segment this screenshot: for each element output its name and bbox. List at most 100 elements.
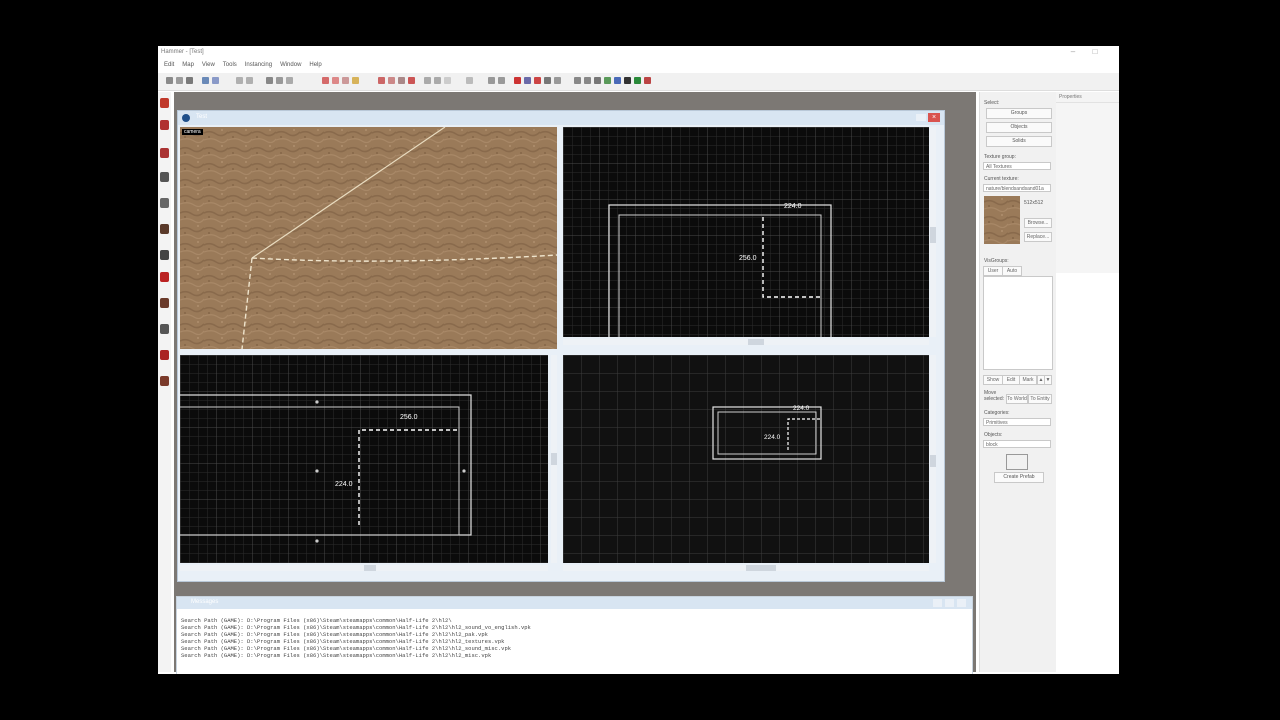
visgroup-tab-user[interactable]: User [983, 266, 1003, 276]
new-icon[interactable] [166, 77, 173, 84]
block-tool-icon[interactable] [160, 198, 169, 208]
texture-group-select[interactable]: All Textures [983, 162, 1051, 170]
camera-view-label[interactable]: camera [182, 129, 203, 135]
ungroup-icon[interactable] [352, 77, 359, 84]
message-line: Search Path (GAME): D:\Program Files (x8… [181, 624, 531, 631]
toggle-select-icon[interactable] [466, 77, 473, 84]
cordon-icon[interactable] [554, 77, 561, 84]
menu-instancing[interactable]: Instancing [245, 62, 272, 68]
front-view-vscroll[interactable] [551, 355, 557, 563]
texture-tool-icon[interactable] [160, 224, 169, 234]
maximize-icon[interactable]: □ [1090, 47, 1100, 57]
visgroups-label: VisGroups: [984, 258, 1009, 264]
green-sphere-icon[interactable] [634, 77, 641, 84]
overlay-icon[interactable] [534, 77, 541, 84]
minimize-icon[interactable]: – [1068, 47, 1078, 57]
visgroup-show-button[interactable]: Show [983, 375, 1003, 385]
hide-icon[interactable] [378, 77, 385, 84]
menu-help[interactable]: Help [309, 62, 321, 68]
categories-label: Categories: [984, 410, 1010, 416]
visgroups-list[interactable] [983, 276, 1053, 370]
select-groups-button[interactable]: Groups [986, 108, 1052, 119]
apply-texture-icon[interactable] [160, 250, 169, 260]
properties-content[interactable] [1056, 103, 1119, 273]
select-solids-button[interactable]: Solids [986, 136, 1052, 147]
group-icon[interactable] [342, 77, 349, 84]
check-icon[interactable] [604, 77, 611, 84]
side-viewport[interactable]: 224.0 224.0 [563, 355, 929, 563]
camera-icon[interactable] [574, 77, 581, 84]
map-minimize-icon[interactable] [916, 114, 926, 121]
path-icon[interactable] [544, 77, 551, 84]
messages-minimize-icon[interactable] [933, 599, 942, 607]
copy-icon[interactable] [212, 77, 219, 84]
decal-icon[interactable] [524, 77, 531, 84]
visgroup-mark-button[interactable]: Mark [1019, 375, 1037, 385]
create-prefab-button[interactable]: Create Prefab [994, 472, 1044, 483]
decal-tool-icon[interactable] [160, 272, 169, 282]
texture-lock-icon[interactable] [398, 77, 405, 84]
clip-tool-icon[interactable] [160, 298, 169, 308]
objects-select[interactable]: block [983, 440, 1051, 448]
move-to-world-button[interactable]: To World [1006, 394, 1028, 404]
visgroup-edit-button[interactable]: Edit [1002, 375, 1020, 385]
menu-view[interactable]: View [202, 62, 215, 68]
carve-icon[interactable] [322, 77, 329, 84]
camera-tool-icon[interactable] [160, 148, 169, 158]
move-to-entity-button[interactable]: To Entity [1028, 394, 1052, 404]
cut-icon[interactable] [202, 77, 209, 84]
radius-icon[interactable] [644, 77, 651, 84]
menu-window[interactable]: Window [280, 62, 301, 68]
align-icon[interactable] [444, 77, 451, 84]
top-view-hscroll[interactable] [563, 339, 929, 345]
front-viewport[interactable]: 256.0 224.0 [180, 355, 548, 563]
entity-tool-icon[interactable] [160, 172, 169, 182]
snap-icon[interactable] [286, 77, 293, 84]
select-objects-button[interactable]: Objects [986, 122, 1052, 133]
menu-edit[interactable]: Edit [164, 62, 174, 68]
open-icon[interactable] [176, 77, 183, 84]
replace-button[interactable]: Replace... [1024, 232, 1052, 242]
menu-map[interactable]: Map [182, 62, 194, 68]
map-close-icon[interactable]: × [928, 113, 940, 122]
info-icon[interactable] [614, 77, 621, 84]
messages-close-icon[interactable] [957, 599, 966, 607]
selection-tool-icon[interactable] [160, 98, 169, 108]
arrow-left-icon[interactable] [488, 77, 495, 84]
front-view-hscroll[interactable] [180, 565, 548, 571]
menu-tools[interactable]: Tools [223, 62, 237, 68]
path-tool-icon[interactable] [160, 350, 169, 360]
categories-select[interactable]: Primitives [983, 418, 1051, 426]
message-line: Search Path (GAME): D:\Program Files (x8… [181, 652, 492, 659]
compile-icon[interactable] [584, 77, 591, 84]
run-map-icon[interactable] [594, 77, 601, 84]
side-view-vscroll[interactable] [930, 355, 936, 563]
texture-size-label: 512x512 [1024, 200, 1044, 206]
browse-button[interactable]: Browse... [1024, 218, 1052, 228]
map-document-window: Test × camera 224.0 256.0 256.0 224.0 22… [177, 110, 945, 582]
zoom-icon[interactable] [276, 77, 283, 84]
magnify-tool-icon[interactable] [160, 120, 169, 130]
vertex-icon[interactable] [424, 77, 431, 84]
side-view-hscroll[interactable] [563, 565, 929, 571]
grid-icon[interactable] [266, 77, 273, 84]
visgroup-tab-auto[interactable]: Auto [1002, 266, 1022, 276]
hollow-icon[interactable] [332, 77, 339, 84]
arrow-right-icon[interactable] [498, 77, 505, 84]
undo-icon[interactable] [236, 77, 243, 84]
top-viewport[interactable]: 224.0 256.0 [563, 127, 929, 337]
visgroup-down-icon[interactable]: ▼ [1044, 375, 1052, 385]
texture-app-icon[interactable] [408, 77, 415, 84]
clip-icon[interactable] [434, 77, 441, 84]
sphere-icon[interactable] [624, 77, 631, 84]
vertex-tool-icon[interactable] [160, 324, 169, 334]
overlay-tool-icon[interactable] [160, 376, 169, 386]
current-texture-select[interactable]: nature/blendsandsand01a [983, 184, 1051, 192]
entity-icon[interactable] [514, 77, 521, 84]
save-icon[interactable] [186, 77, 193, 84]
show-icon[interactable] [388, 77, 395, 84]
top-view-vscroll[interactable] [930, 127, 936, 337]
camera-viewport[interactable]: camera [180, 127, 557, 349]
messages-maximize-icon[interactable] [945, 599, 954, 607]
redo-icon[interactable] [246, 77, 253, 84]
